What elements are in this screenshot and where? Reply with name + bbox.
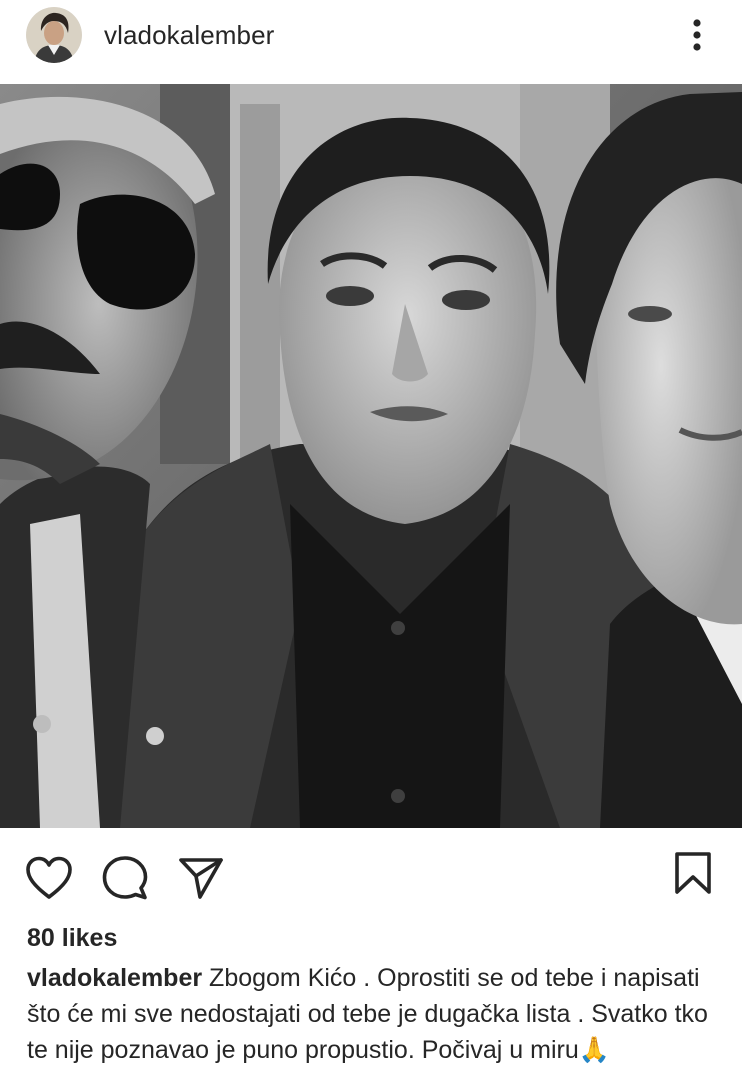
share-button[interactable] (176, 853, 226, 903)
save-button[interactable] (670, 848, 716, 898)
bookmark-icon (675, 852, 711, 894)
like-button[interactable] (24, 853, 74, 903)
heart-icon (26, 856, 72, 899)
more-vertical-icon (693, 19, 701, 51)
more-options-button[interactable] (680, 14, 714, 56)
comment-icon (102, 856, 148, 900)
comment-button[interactable] (100, 853, 150, 903)
post-caption: vladokalember Zbogom Kićo . Oprostiti se… (27, 960, 727, 1068)
avatar[interactable] (26, 7, 82, 63)
post-header: vladokalember (0, 0, 742, 84)
send-icon (179, 858, 223, 899)
post-username[interactable]: vladokalember (104, 20, 274, 51)
caption-username[interactable]: vladokalember (27, 964, 202, 992)
post-actions (0, 828, 742, 920)
likes-count[interactable]: 80 likes (27, 924, 117, 953)
post-image[interactable] (0, 84, 742, 828)
